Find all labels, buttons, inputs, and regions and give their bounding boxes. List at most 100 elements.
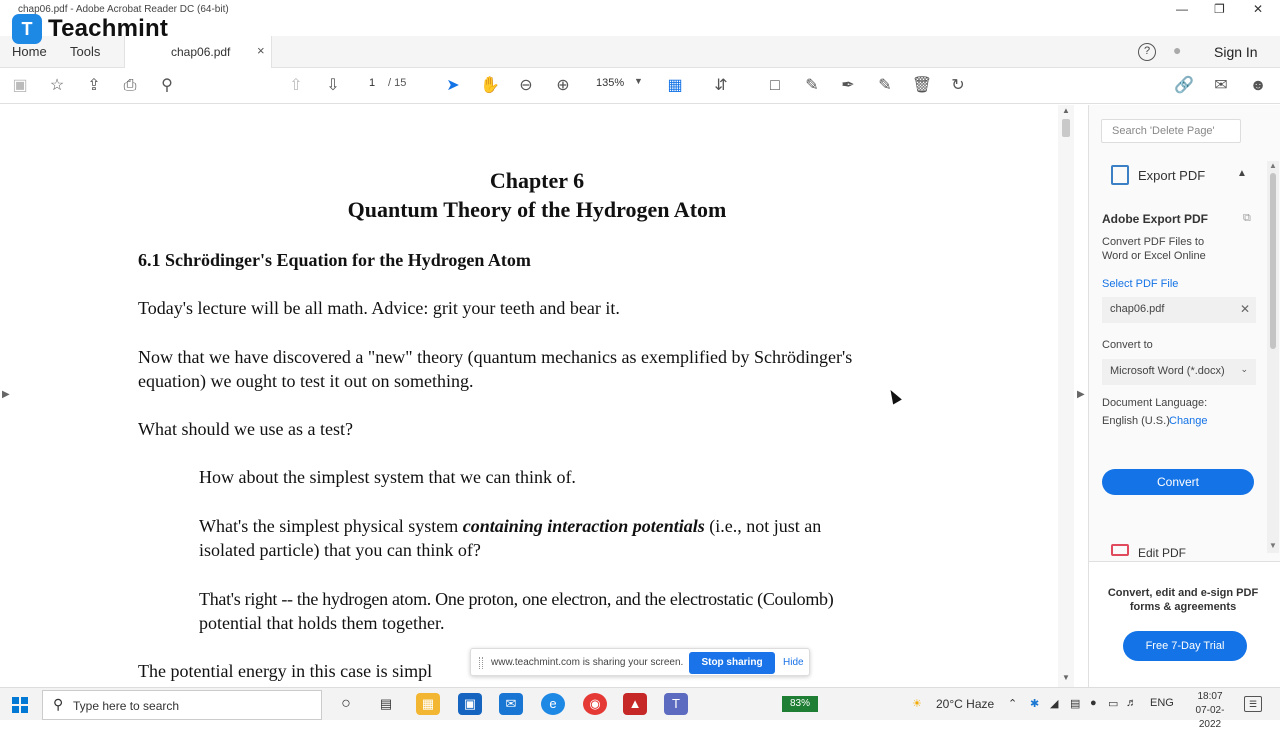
teachmint-logo: T Teachmint xyxy=(12,14,168,44)
task-view-icon[interactable]: ▤ xyxy=(374,693,398,715)
scroll-down-icon[interactable]: ▼ xyxy=(1062,673,1070,682)
selected-file-field[interactable]: chap06.pdf ✕ xyxy=(1102,297,1256,323)
edit-pdf-title[interactable]: Edit PDF xyxy=(1138,546,1186,560)
minimize-button[interactable]: — xyxy=(1176,2,1188,16)
acrobat-icon[interactable]: ▲ xyxy=(623,693,647,715)
promo-text: Convert, edit and e-sign PDF forms & agr… xyxy=(1107,587,1259,613)
tools-menu[interactable]: Tools xyxy=(70,44,100,59)
mail-icon[interactable]: ✉ xyxy=(499,693,523,715)
edge-icon[interactable]: e xyxy=(541,693,565,715)
paragraph-6-line-1: That's right -- the hydrogen atom. One p… xyxy=(199,589,834,609)
bell-icon[interactable]: ● xyxy=(1173,42,1181,58)
email-icon[interactable]: ✉ xyxy=(1210,76,1232,96)
paragraph-5-text-a: What's the simplest physical system xyxy=(199,516,463,536)
chrome-icon[interactable]: ◉ xyxy=(583,693,607,715)
network-icon[interactable]: ◢ xyxy=(1050,697,1058,710)
right-pane-toggle-icon[interactable]: ▶ xyxy=(1077,389,1085,400)
link-icon[interactable]: 🔗 xyxy=(1173,76,1195,96)
pane-scroll-up-icon[interactable]: ▲ xyxy=(1269,161,1277,170)
page-up-icon[interactable]: ⇧ xyxy=(285,76,307,96)
chapter-title: Quantum Theory of the Hydrogen Atom xyxy=(347,197,727,222)
tools-pane: ▶ Search 'Delete Page' Export PDF ▲ Adob… xyxy=(1077,105,1280,687)
document-scrollbar[interactable]: ▲ ▼ xyxy=(1058,105,1074,687)
system-clock[interactable]: 18:07 07-02-2022 xyxy=(1190,690,1230,732)
comment-icon[interactable]: □ xyxy=(764,76,786,96)
upload-icon[interactable]: ⇪ xyxy=(83,76,105,96)
edit-pdf-icon xyxy=(1111,544,1129,556)
microphone-icon[interactable]: ● xyxy=(1090,697,1097,709)
volume-icon[interactable]: ♬ xyxy=(1126,697,1137,709)
taskbar-search-box[interactable]: ⚲ Type here to search xyxy=(42,690,322,720)
battery-tray-icon[interactable]: ▭ xyxy=(1108,697,1118,710)
left-pane-toggle-icon[interactable]: ▶ xyxy=(2,389,10,400)
paragraph-2-line-1: Now that we have discovered a "new" theo… xyxy=(138,347,853,367)
print-icon[interactable]: ⎙ xyxy=(119,76,141,96)
select-cursor-icon[interactable]: ➤ xyxy=(442,76,464,96)
tools-search-input[interactable]: Search 'Delete Page' xyxy=(1101,119,1241,143)
remove-file-icon[interactable]: ✕ xyxy=(1240,302,1250,316)
zoom-dropdown-icon[interactable]: ▼ xyxy=(634,76,643,86)
file-explorer-icon[interactable]: ▦ xyxy=(416,693,440,715)
sign-in-button[interactable]: Sign In xyxy=(1214,44,1258,60)
help-icon[interactable]: ? xyxy=(1138,43,1156,61)
search-icon[interactable]: ⚲ xyxy=(156,76,178,96)
page-down-icon[interactable]: ⇩ xyxy=(322,76,344,96)
star-icon[interactable]: ☆ xyxy=(46,76,68,96)
notifications-icon[interactable]: ☰ xyxy=(1244,696,1262,712)
convert-to-value: Microsoft Word (*.docx) xyxy=(1110,365,1225,377)
windows-start-icon[interactable] xyxy=(12,697,28,713)
scroll-up-icon[interactable]: ▲ xyxy=(1062,106,1070,115)
selected-file-name: chap06.pdf xyxy=(1110,303,1165,315)
stop-sharing-button[interactable]: Stop sharing xyxy=(689,652,775,674)
cortana-icon[interactable]: ○ xyxy=(334,693,358,715)
hide-button[interactable]: Hide xyxy=(783,657,804,668)
home-menu[interactable]: Home xyxy=(12,44,47,59)
document-tab-close-icon[interactable]: × xyxy=(257,43,265,58)
zoom-level[interactable]: 135% xyxy=(596,77,624,89)
pane-scroll-down-icon[interactable]: ▼ xyxy=(1269,541,1277,550)
fit-page-icon[interactable]: ▦ xyxy=(664,76,686,96)
scroll-mode-icon[interactable]: ⇵ xyxy=(710,76,732,96)
scrollbar-thumb[interactable] xyxy=(1062,119,1070,137)
change-language-link[interactable]: Change xyxy=(1169,415,1208,427)
current-page-input[interactable]: 1 xyxy=(362,77,382,89)
store-icon[interactable]: ▣ xyxy=(458,693,482,715)
sign-icon[interactable]: ✒ xyxy=(837,76,859,96)
drag-handle-icon[interactable] xyxy=(479,657,483,669)
collapse-export-icon[interactable]: ▲ xyxy=(1237,168,1247,179)
display-icon[interactable]: ▤ xyxy=(1070,697,1080,710)
weather-text[interactable]: 20°C Haze xyxy=(936,697,994,711)
clock-time: 18:07 xyxy=(1197,691,1223,702)
document-view[interactable]: ▶ Chapter 6 Quantum Theory of the Hydrog… xyxy=(0,105,1074,687)
pane-scrollbar-thumb[interactable] xyxy=(1270,173,1276,349)
pen-icon[interactable]: ✎ xyxy=(801,76,823,96)
convert-button[interactable]: Convert xyxy=(1102,469,1254,495)
share-user-icon[interactable]: ☻ xyxy=(1247,76,1269,96)
copy-icon[interactable]: ⧉ xyxy=(1243,212,1251,225)
convert-to-select[interactable]: Microsoft Word (*.docx) ⌄ xyxy=(1102,359,1256,385)
battery-indicator[interactable]: 83% xyxy=(782,696,818,712)
show-hidden-icons[interactable]: ⌃ xyxy=(1008,697,1017,710)
tools-pane-scrollbar[interactable]: ▲ ▼ xyxy=(1267,161,1279,553)
save-icon[interactable]: ▣ xyxy=(9,76,31,96)
document-tab-label: chap06.pdf xyxy=(171,45,231,59)
free-trial-button[interactable]: Free 7-Day Trial xyxy=(1123,631,1247,661)
bluetooth-icon[interactable]: ✱ xyxy=(1030,697,1039,710)
export-pdf-title[interactable]: Export PDF xyxy=(1138,168,1205,183)
adobe-export-heading: Adobe Export PDF xyxy=(1102,212,1209,226)
close-window-button[interactable]: ✕ xyxy=(1253,2,1263,16)
select-file-label[interactable]: Select PDF File xyxy=(1102,278,1178,290)
zoom-in-icon[interactable]: ⊕ xyxy=(552,76,574,96)
hand-icon[interactable]: ✋ xyxy=(479,76,501,96)
restore-button[interactable]: ❐ xyxy=(1214,2,1225,16)
paragraph-4: How about the simplest system that we ca… xyxy=(199,467,576,487)
zoom-out-icon[interactable]: ⊖ xyxy=(515,76,537,96)
weather-icon: ☀ xyxy=(912,698,922,710)
clock-date: 07-02-2022 xyxy=(1195,705,1225,730)
convert-to-label: Convert to xyxy=(1102,339,1153,351)
teams-icon[interactable]: T xyxy=(664,693,688,715)
rotate-icon[interactable]: ↻ xyxy=(947,76,969,96)
language-indicator[interactable]: ENG xyxy=(1150,697,1174,709)
delete-icon[interactable]: 🗑 xyxy=(911,76,933,96)
fill-sign-icon[interactable]: ✎ xyxy=(874,76,896,96)
